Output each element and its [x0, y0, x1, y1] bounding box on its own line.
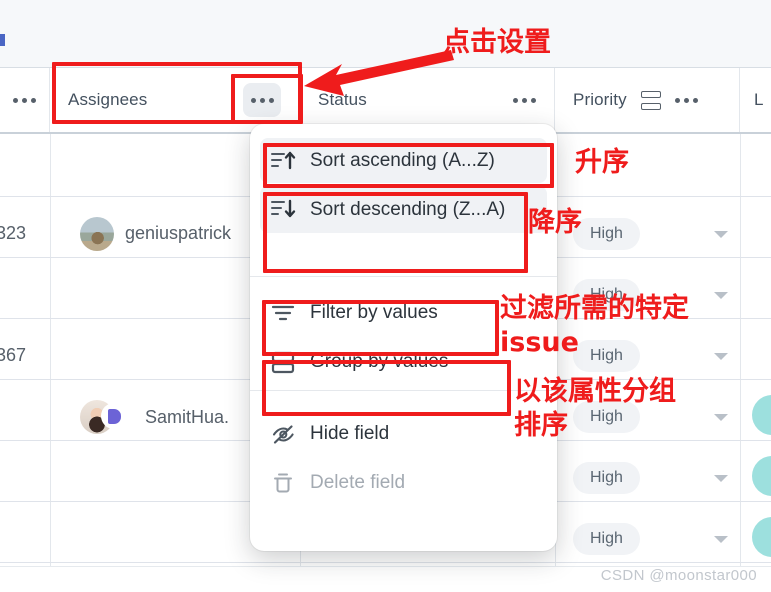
chevron-down-icon[interactable] [714, 536, 728, 543]
screenshot-root: Assignees Status Priority L 323 geniuspa… [0, 0, 771, 592]
priority-pill[interactable]: High [573, 462, 640, 494]
annotation-descending: 降序 [528, 207, 582, 238]
column-header-priority[interactable]: Priority [555, 68, 740, 132]
watermark: CSDN @moonstar000 [600, 567, 757, 584]
chevron-down-icon[interactable] [714, 353, 728, 360]
row-id: 367 [0, 345, 27, 365]
annotation-box-column-menu [231, 74, 303, 124]
annotation-box-filter-by-values [262, 300, 499, 356]
annotation-filter-issue: 过滤所需的特定 [500, 293, 689, 324]
priority-pill[interactable]: High [573, 523, 640, 555]
annotation-filter-issue-2: issue [500, 327, 579, 358]
status-dot [752, 395, 771, 435]
annotation-box-group-by-values [262, 360, 511, 416]
chevron-down-icon[interactable] [714, 231, 728, 238]
annotation-sort: 排序 [514, 410, 568, 441]
ellipsis-icon[interactable] [13, 97, 36, 103]
annotation-group-by-attribute: 以该属性分组 [514, 376, 676, 407]
menu-item-hide-field[interactable]: Hide field [260, 411, 547, 456]
assignee-name: geniuspatrick [125, 223, 232, 243]
priority-pill[interactable]: High [573, 340, 640, 372]
menu-item-delete-field[interactable]: Delete field [260, 460, 547, 505]
ellipsis-icon[interactable] [674, 97, 698, 103]
avatar [80, 217, 114, 251]
eye-off-icon [270, 420, 296, 447]
status-dot [752, 517, 771, 557]
column-header-id[interactable] [0, 68, 50, 132]
column-header-label: Priority [573, 90, 627, 109]
ellipsis-icon[interactable] [513, 97, 536, 103]
grid-line-horizontal [0, 562, 771, 563]
status-dot [752, 456, 771, 496]
blue-marker [0, 34, 5, 46]
menu-item-label: Hide field [310, 423, 390, 444]
avatar-badge [101, 403, 127, 429]
annotation-ascending: 升序 [575, 147, 629, 178]
priority-pill[interactable]: High [573, 218, 640, 250]
annotation-arrow [304, 50, 454, 96]
chevron-down-icon[interactable] [714, 414, 728, 421]
annotation-click-settings: 点击设置 [443, 27, 551, 58]
menu-item-label: Delete field [310, 472, 406, 493]
menu-divider [250, 276, 557, 277]
column-header-label: L [754, 90, 764, 109]
chevron-down-icon[interactable] [714, 475, 728, 482]
assignee-name: SamitHua. [145, 407, 230, 427]
group-rows-icon [640, 90, 661, 110]
annotation-box-sort-descending [263, 192, 528, 273]
trash-icon [270, 469, 296, 496]
column-header-l[interactable]: L [740, 68, 771, 132]
annotation-box-sort-ascending [263, 143, 554, 188]
row-id: 323 [0, 223, 27, 243]
chevron-down-icon[interactable] [714, 292, 728, 299]
